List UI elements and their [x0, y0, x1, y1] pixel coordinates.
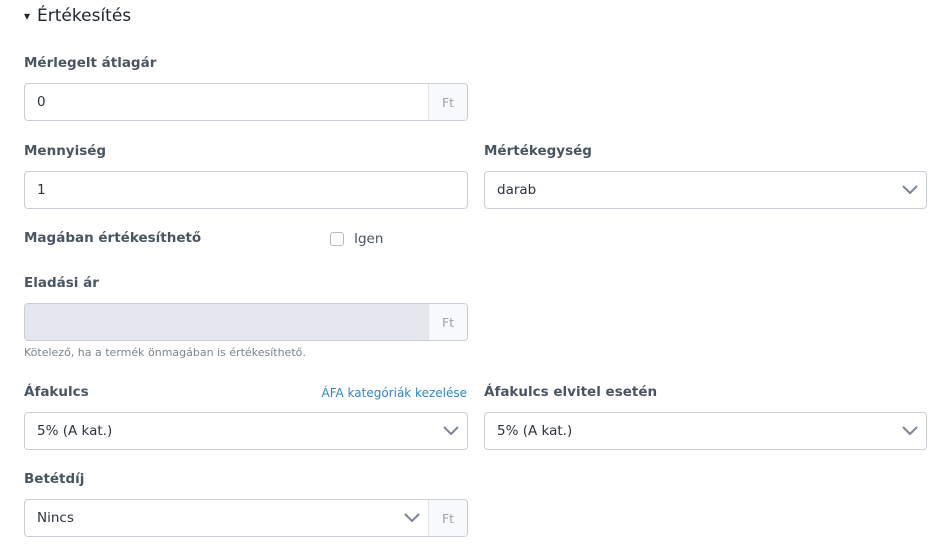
chevron-down-icon [402, 508, 422, 528]
chevron-down-icon [441, 421, 461, 441]
unit-select[interactable]: darab [484, 171, 927, 209]
deposit-fee-selected-value: Nincs [37, 510, 74, 526]
quantity-input[interactable] [25, 172, 467, 208]
unit-selected-value: darab [497, 182, 537, 198]
sellable-alone-checkbox-label: Igen [354, 231, 384, 247]
manage-vat-categories-link[interactable]: ÁFA kategóriák kezelése [322, 386, 468, 400]
sale-price-input [25, 304, 428, 340]
sale-price-hint: Kötelező, ha a termék önmagában is érték… [24, 346, 306, 359]
chevron-down-icon [900, 421, 920, 441]
sellable-alone-label: Magában értékesíthető [24, 230, 202, 246]
sale-price-label: Eladási ár [24, 275, 99, 291]
quantity-field [24, 171, 468, 209]
vat-rate-select[interactable]: 5% (A kat.) [24, 412, 468, 450]
vat-rate-takeaway-label: Áfakulcs elvitel esetén [484, 384, 658, 400]
sellable-alone-checkbox-row[interactable]: Igen [330, 231, 383, 247]
sale-price-field: Ft [24, 303, 468, 341]
section-title: Értékesítés [37, 6, 132, 26]
weighted-avg-price-input[interactable] [25, 84, 428, 120]
deposit-fee-field: Nincs Ft [24, 499, 468, 537]
deposit-fee-select[interactable]: Nincs [25, 500, 428, 536]
unit-label: Mértékegység [484, 143, 592, 159]
vat-rate-takeaway-selected-value: 5% (A kat.) [497, 423, 573, 439]
currency-suffix: Ft [428, 304, 467, 340]
currency-suffix: Ft [428, 500, 467, 536]
currency-suffix: Ft [428, 84, 467, 120]
vat-rate-label: Áfakulcs [24, 384, 89, 400]
weighted-avg-price-label: Mérlegelt átlagár [24, 55, 157, 71]
deposit-fee-label: Betétdíj [24, 471, 85, 487]
collapse-triangle-icon: ▾ [24, 9, 31, 23]
chevron-down-icon [900, 180, 920, 200]
section-toggle[interactable]: ▾ Értékesítés [24, 4, 131, 28]
vat-rate-takeaway-select[interactable]: 5% (A kat.) [484, 412, 927, 450]
weighted-avg-price-field: Ft [24, 83, 468, 121]
vat-rate-selected-value: 5% (A kat.) [37, 423, 113, 439]
quantity-label: Mennyiség [24, 143, 107, 159]
sellable-alone-checkbox[interactable] [330, 232, 344, 246]
